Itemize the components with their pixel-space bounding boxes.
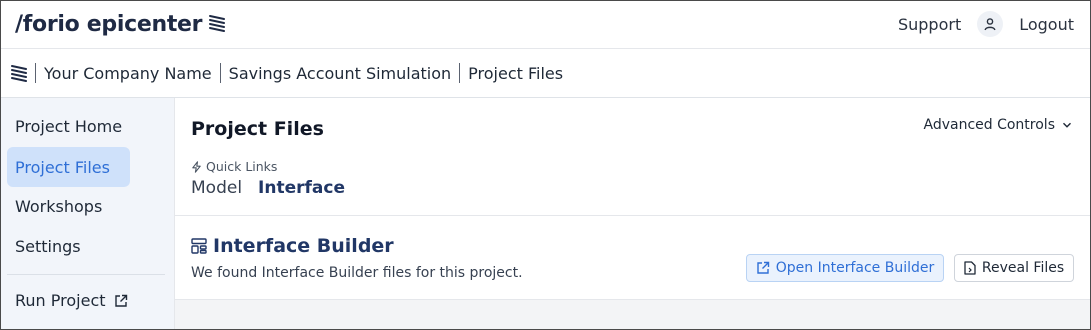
advanced-controls-toggle[interactable]: Advanced Controls [923, 117, 1072, 133]
main-content: Project Files Advanced Controls Quick Li… [175, 98, 1090, 329]
breadcrumb: Your Company Name Savings Account Simula… [1, 49, 1090, 98]
quick-links-text: Quick Links [206, 159, 278, 174]
reveal-files-button[interactable]: Reveal Files [954, 254, 1074, 282]
run-project-link[interactable]: Run Project [15, 291, 128, 310]
interface-builder-description: We found Interface Builder files for thi… [191, 265, 523, 281]
top-bar: /forio epicenter Support Logout [1, 1, 1090, 49]
top-right-actions: Support Logout [898, 10, 1074, 38]
epicenter-logo-icon[interactable] [11, 63, 27, 83]
interface-builder-heading: Interface Builder [191, 235, 394, 257]
brand-name: /forio epicenter [15, 11, 203, 37]
user-icon [984, 18, 996, 31]
external-link-icon [114, 294, 127, 307]
quick-link-interface[interactable]: Interface [258, 178, 345, 198]
breadcrumb-separator [219, 63, 221, 83]
file-icon [964, 261, 976, 275]
logout-link[interactable]: Logout [1019, 15, 1074, 34]
app-window: /forio epicenter Support Logout Your Com… [0, 0, 1091, 330]
open-interface-builder-label: Open Interface Builder [775, 260, 935, 276]
breadcrumb-separator [35, 63, 36, 83]
sidebar: Project Home Project Files Workshops Set… [1, 98, 175, 329]
breadcrumb-current: Project Files [468, 63, 564, 83]
breadcrumb-separator [459, 63, 461, 83]
bolt-icon [192, 160, 201, 173]
avatar[interactable] [977, 11, 1004, 37]
page-title: Project Files [191, 118, 324, 140]
interface-builder-title: Interface Builder [213, 235, 394, 257]
open-interface-builder-button[interactable]: Open Interface Builder [746, 254, 944, 282]
sidebar-divider [7, 274, 165, 275]
sidebar-item-workshops[interactable]: Workshops [7, 186, 130, 226]
sidebar-item-project-home[interactable]: Project Home [7, 106, 130, 146]
sidebar-item-project-files[interactable]: Project Files [7, 147, 130, 187]
quick-links-label: Quick Links [191, 159, 277, 174]
chevron-down-icon [1062, 122, 1072, 128]
run-project-label: Run Project [15, 291, 106, 310]
quick-links: Model Interface [191, 178, 345, 198]
support-link[interactable]: Support [898, 15, 961, 34]
sidebar-item-settings[interactable]: Settings [7, 226, 130, 266]
epicenter-logo-icon [209, 15, 226, 32]
brand[interactable]: /forio epicenter [15, 10, 226, 38]
layout-icon [191, 238, 207, 254]
breadcrumb-company[interactable]: Your Company Name [44, 64, 212, 83]
content-footer-band [175, 299, 1090, 329]
section-divider [175, 215, 1090, 216]
reveal-files-label: Reveal Files [981, 260, 1065, 276]
advanced-controls-label: Advanced Controls [923, 117, 1055, 133]
quick-link-model[interactable]: Model [191, 178, 242, 198]
breadcrumb-project[interactable]: Savings Account Simulation [229, 64, 452, 83]
external-link-icon [757, 261, 769, 274]
